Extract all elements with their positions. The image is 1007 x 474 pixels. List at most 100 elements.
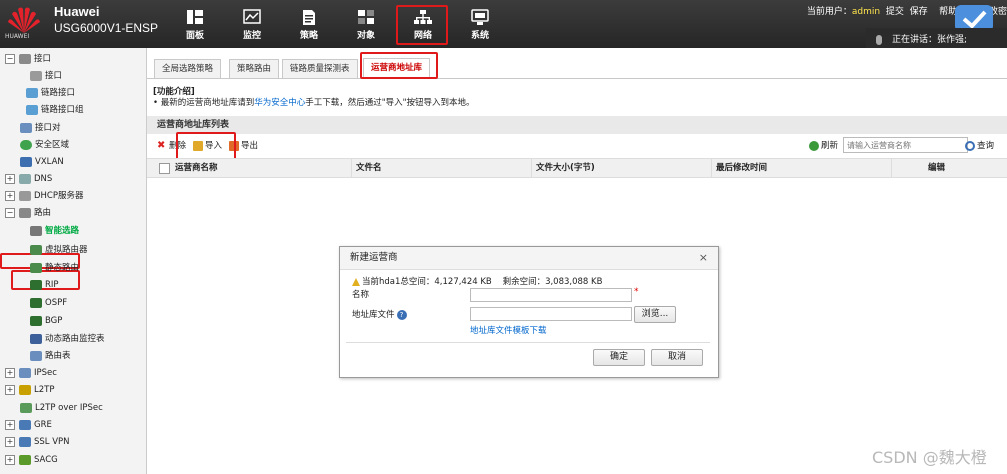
sidebar-item-l2tp-over-ipsec[interactable]: L2TP over IPSec bbox=[20, 400, 103, 416]
smart-route-icon bbox=[30, 225, 42, 236]
sidebar-item-ipsec[interactable]: + IPSec bbox=[5, 365, 57, 381]
desc-suffix: 手工下载，然后通过"导入"按钮导入到本地。 bbox=[305, 98, 475, 108]
help-icon[interactable]: ? bbox=[396, 309, 407, 320]
address-file-input[interactable] bbox=[470, 307, 632, 321]
sidebar-item-label: 链路接口组 bbox=[41, 105, 84, 115]
file-label-row: 地址库文件? bbox=[352, 308, 407, 320]
sidebar-item-route[interactable]: − 路由 bbox=[5, 205, 51, 221]
security-center-link[interactable]: 华为安全中心 bbox=[254, 98, 305, 108]
function-intro-desc: • 最新的运营商地址库请到华为安全中心手工下载，然后通过"导入"按钮导入到本地。 bbox=[153, 96, 475, 108]
sidebar: − 接口 接口 链路接口 链路接口组 接口对 安全区域 VXLAN + DNS + D… bbox=[0, 48, 147, 474]
collapse-toggle[interactable]: − bbox=[5, 53, 15, 64]
nav-dashboard[interactable]: 面板 bbox=[173, 6, 217, 44]
dashboard-icon bbox=[173, 6, 217, 28]
sidebar-item-label: DHCP服务器 bbox=[34, 191, 84, 201]
delete-icon: ✖ bbox=[157, 139, 166, 151]
sidebar-item-ssl-vpn[interactable]: + SSL VPN bbox=[5, 434, 70, 450]
ospf-icon bbox=[30, 297, 42, 308]
sidebar-item-security-zone[interactable]: 安全区域 bbox=[20, 137, 69, 153]
highlight-import bbox=[176, 132, 236, 161]
sidebar-item-dynamic-route-monitor[interactable]: 动态路由监控表 bbox=[30, 331, 105, 347]
sidebar-item-label: L2TP over IPSec bbox=[35, 403, 103, 413]
sidebar-item-label: 虚拟路由器 bbox=[45, 245, 88, 255]
expand-toggle[interactable]: + bbox=[5, 367, 15, 378]
expand-toggle[interactable]: + bbox=[5, 190, 15, 201]
file-label: 地址库文件 bbox=[352, 310, 395, 320]
export-label: 导出 bbox=[241, 141, 259, 151]
link-group-icon bbox=[26, 104, 38, 115]
sidebar-item-rip[interactable]: RIP bbox=[30, 277, 59, 293]
expand-toggle[interactable]: + bbox=[5, 173, 15, 184]
sidebar-item-virtual-router[interactable]: 虚拟路由器 bbox=[30, 242, 88, 258]
sidebar-item-dns[interactable]: + DNS bbox=[5, 171, 52, 187]
sidebar-item-static-route[interactable]: 静态路由 bbox=[30, 260, 79, 276]
sidebar-item-label: 静态路由 bbox=[45, 263, 80, 273]
sidebar-item-bgp[interactable]: BGP bbox=[30, 313, 62, 329]
isp-table-header: 运营商名称 文件名 文件大小(字节) 最后修改时间 编辑 bbox=[147, 158, 1007, 178]
collapse-toggle[interactable]: − bbox=[5, 207, 15, 218]
dhcp-icon bbox=[19, 190, 31, 201]
isp-list-header: 运营商地址库列表 bbox=[147, 116, 1007, 134]
sidebar-item-label: 接口 bbox=[34, 54, 52, 64]
expand-toggle[interactable]: + bbox=[5, 454, 15, 465]
refresh-button[interactable]: 刷新 bbox=[809, 139, 838, 153]
confirm-button[interactable]: 确定 bbox=[593, 349, 645, 366]
nav-label: 策略 bbox=[299, 31, 318, 41]
static-route-icon bbox=[30, 262, 42, 273]
object-icon bbox=[344, 6, 388, 28]
sidebar-item-ospf[interactable]: OSPF bbox=[30, 295, 67, 311]
sidebar-item-label: L2TP bbox=[34, 385, 55, 395]
col-file-name[interactable]: 文件名 bbox=[351, 159, 531, 177]
gre-icon bbox=[19, 419, 31, 430]
sidebar-item-dhcp[interactable]: + DHCP服务器 bbox=[5, 188, 84, 204]
name-label: 名称 bbox=[352, 290, 370, 300]
speaking-text: 正在讲话：张作强; bbox=[892, 35, 968, 45]
expand-toggle[interactable]: + bbox=[5, 436, 15, 447]
tab-global-route-policy[interactable]: 全局选路策略 bbox=[154, 59, 222, 78]
sidebar-item-l2tp[interactable]: + L2TP bbox=[5, 382, 54, 398]
browse-button[interactable]: 浏览... bbox=[634, 306, 676, 323]
select-all-checkbox[interactable] bbox=[159, 163, 170, 174]
sidebar-item-link-interface[interactable]: 链路接口 bbox=[26, 85, 75, 101]
save-link[interactable]: 保存 bbox=[910, 7, 928, 17]
nav-label: 系统 bbox=[470, 31, 489, 41]
route-table-icon bbox=[30, 350, 42, 361]
nav-policy[interactable]: 策略 bbox=[287, 6, 331, 44]
sidebar-item-sacg[interactable]: + SACG bbox=[5, 452, 58, 468]
template-download-link[interactable]: 地址库文件模板下载 bbox=[470, 324, 547, 336]
dynamic-route-icon bbox=[30, 333, 42, 344]
col-file-size[interactable]: 文件大小(字节) bbox=[531, 159, 711, 177]
sidebar-item-label: GRE bbox=[34, 420, 52, 430]
l2tp-icon bbox=[19, 384, 31, 395]
sidebar-item-gre[interactable]: + GRE bbox=[5, 417, 52, 433]
name-input[interactable] bbox=[470, 288, 632, 302]
col-edit[interactable]: 编辑 bbox=[891, 159, 1007, 177]
search-button[interactable]: 查询 bbox=[965, 139, 994, 153]
search-icon bbox=[965, 140, 975, 151]
sidebar-item-vxlan[interactable]: VXLAN bbox=[20, 154, 64, 170]
tab-link-quality-probe[interactable]: 链路质量探测表 bbox=[282, 59, 358, 78]
expand-toggle[interactable]: + bbox=[5, 384, 15, 395]
submit-link[interactable]: 提交 bbox=[886, 7, 904, 17]
nav-object[interactable]: 对象 bbox=[344, 6, 388, 44]
isp-search-input[interactable] bbox=[843, 137, 968, 153]
nav-label: 面板 bbox=[185, 31, 204, 41]
sidebar-item-smart-route[interactable]: 智能选路 bbox=[30, 223, 79, 239]
nav-system[interactable]: 系统 bbox=[458, 6, 502, 44]
select-all-cell bbox=[147, 159, 171, 177]
link-interface-icon bbox=[26, 87, 38, 98]
sidebar-item-route-table[interactable]: 路由表 bbox=[30, 348, 71, 364]
tab-policy-route[interactable]: 策略路由 bbox=[229, 59, 280, 78]
sidebar-item-link-group[interactable]: 链路接口组 bbox=[26, 102, 84, 118]
sidebar-item-interface[interactable]: 接口 bbox=[30, 68, 62, 84]
nav-monitor[interactable]: 监控 bbox=[230, 6, 274, 44]
nav-label: 对象 bbox=[356, 31, 375, 41]
sidebar-item-interface-group[interactable]: − 接口 bbox=[5, 51, 51, 67]
sidebar-item-interface-pair[interactable]: 接口对 bbox=[20, 120, 61, 136]
nav-label: 监控 bbox=[242, 31, 261, 41]
col-last-modified[interactable]: 最后修改时间 bbox=[711, 159, 891, 177]
close-icon[interactable]: × bbox=[699, 247, 708, 269]
cancel-button[interactable]: 取消 bbox=[651, 349, 703, 366]
col-isp-name[interactable]: 运营商名称 bbox=[171, 159, 351, 177]
expand-toggle[interactable]: + bbox=[5, 419, 15, 430]
